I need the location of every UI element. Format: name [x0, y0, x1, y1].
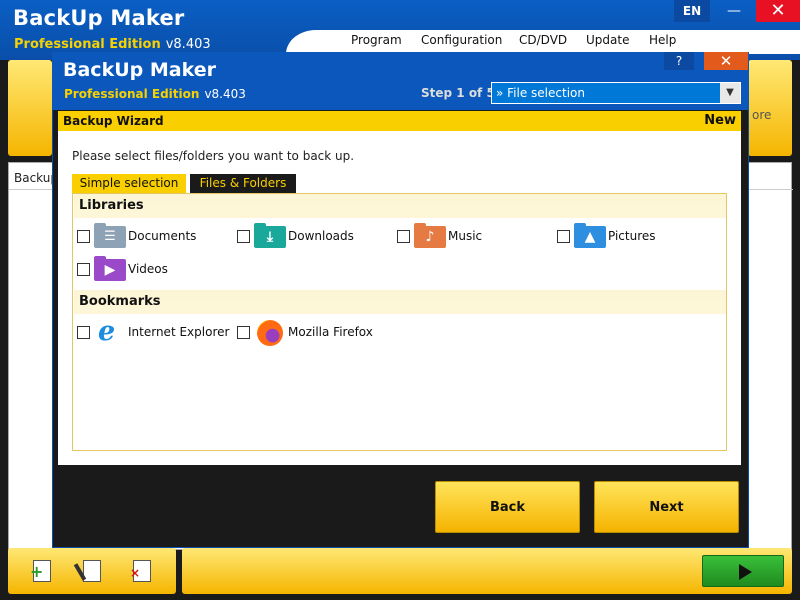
checkbox[interactable]: [77, 229, 90, 243]
step-dropdown-value: » File selection: [496, 86, 585, 100]
checkbox[interactable]: [237, 325, 250, 339]
chevron-down-icon[interactable]: ▼: [720, 83, 740, 103]
bookmark-item-mozilla-firefox[interactable]: Mozilla Firefox: [237, 318, 373, 346]
checkbox[interactable]: [77, 325, 90, 339]
language-button[interactable]: EN: [674, 0, 710, 22]
library-item-videos[interactable]: ▶ Videos: [77, 255, 168, 283]
restore-panel[interactable]: ore: [748, 60, 792, 156]
bottom-status-bar: [182, 548, 792, 594]
firefox-icon: [254, 318, 286, 346]
item-label: Pictures: [608, 229, 656, 243]
checkbox[interactable]: [557, 229, 570, 243]
library-item-downloads[interactable]: ⤓ Downloads: [237, 222, 354, 250]
item-label: Mozilla Firefox: [288, 325, 373, 339]
tab-files-folders[interactable]: Files & Folders: [190, 174, 296, 193]
menu-configuration[interactable]: Configuration: [421, 33, 502, 47]
start-backup-button[interactable]: [702, 555, 784, 587]
library-item-documents[interactable]: ☰ Documents: [77, 222, 196, 250]
dialog-version: v8.403: [204, 87, 246, 101]
app-title: BackUp Maker: [13, 6, 185, 30]
downloads-folder-icon: ⤓: [254, 222, 286, 250]
menu-cd-dvd[interactable]: CD/DVD: [519, 33, 567, 47]
item-label: Videos: [128, 262, 168, 276]
library-item-pictures[interactable]: ▲ Pictures: [557, 222, 656, 250]
section-libraries: Libraries: [74, 194, 726, 218]
library-item-music[interactable]: ♪ Music: [397, 222, 482, 250]
menu-program[interactable]: Program: [351, 33, 402, 47]
close-button[interactable]: ✕: [756, 0, 800, 22]
wizard-header-title: Backup Wizard: [63, 114, 164, 128]
selection-panel: Libraries ☰ Documents ⤓ Downloads ♪ Musi…: [72, 193, 727, 451]
edit-backup-icon[interactable]: [73, 560, 101, 582]
checkbox[interactable]: [77, 262, 90, 276]
minimize-button[interactable]: —: [714, 0, 754, 22]
restore-label: ore: [752, 108, 772, 122]
bookmark-item-internet-explorer[interactable]: e Internet Explorer: [77, 318, 229, 346]
internet-explorer-icon: e: [98, 316, 116, 347]
menu-help[interactable]: Help: [649, 33, 676, 47]
back-button[interactable]: Back: [435, 481, 580, 533]
music-folder-icon: ♪: [414, 222, 446, 250]
step-dropdown[interactable]: » File selection ▼: [491, 82, 741, 104]
wizard-header-mode: New: [704, 113, 736, 128]
item-label: Internet Explorer: [128, 325, 230, 339]
tab-simple-selection[interactable]: Simple selection: [72, 174, 186, 193]
dialog-edition: Professional Edition v8.403: [64, 87, 246, 101]
item-label: Documents: [128, 229, 197, 243]
item-label: Downloads: [288, 229, 354, 243]
checkbox[interactable]: [237, 229, 250, 243]
add-backup-icon[interactable]: +: [30, 560, 51, 582]
instruction-text: Please select files/folders you want to …: [72, 149, 355, 163]
dialog-help-button[interactable]: ?: [664, 52, 694, 70]
section-bookmarks: Bookmarks: [74, 290, 726, 314]
backup-drive-icon[interactable]: [8, 60, 52, 156]
app-version: v8.403: [165, 37, 211, 52]
item-label: Music: [448, 229, 483, 243]
delete-backup-icon[interactable]: ×: [130, 560, 151, 582]
dialog-title: BackUp Maker: [63, 59, 216, 81]
next-button[interactable]: Next: [594, 481, 739, 533]
videos-folder-icon: ▶: [94, 255, 126, 283]
wizard-header: Backup Wizard New: [58, 111, 741, 131]
step-label: Step 1 of 5:: [421, 86, 500, 100]
app-edition: Professional Edition v8.403: [14, 37, 211, 52]
checkbox[interactable]: [397, 229, 410, 243]
pictures-folder-icon: ▲: [574, 222, 606, 250]
menu-update[interactable]: Update: [586, 33, 629, 47]
dialog-close-button[interactable]: ✕: [704, 52, 748, 70]
documents-folder-icon: ☰: [94, 222, 126, 250]
